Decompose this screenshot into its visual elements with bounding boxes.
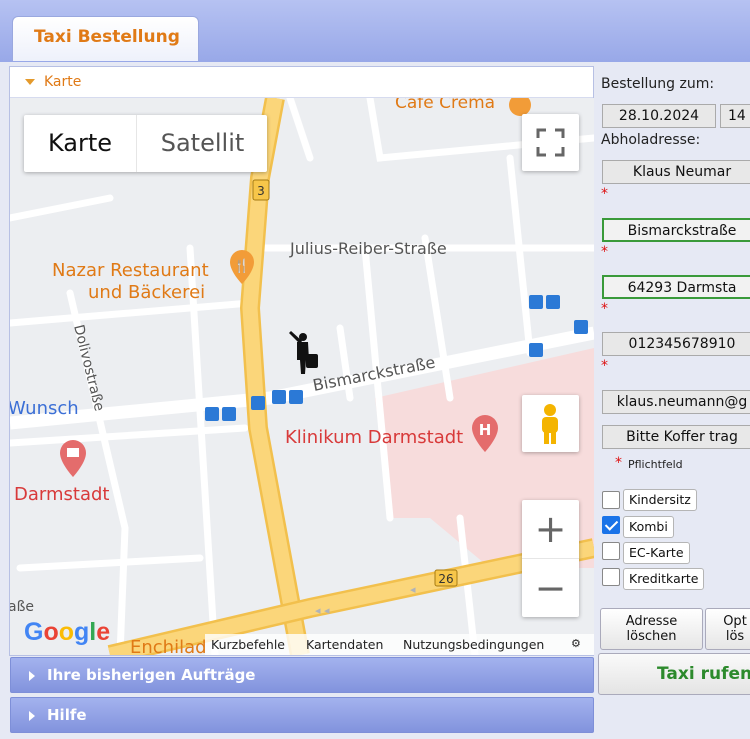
checkbox-ec-karte[interactable]: [602, 542, 620, 560]
report-error-icon[interactable]: ⚙: [571, 637, 581, 650]
tab-label: Taxi Bestellung: [34, 27, 180, 47]
accordion-help[interactable]: Hilfe: [10, 697, 594, 733]
map-panel-title: Karte: [44, 74, 82, 90]
street-field[interactable]: Bismarckstraße: [602, 218, 750, 242]
clear-address-label-1: Adresse: [625, 614, 678, 629]
zoom-control: + −: [522, 500, 579, 617]
map-type-satellite-button[interactable]: Satellit: [136, 115, 268, 172]
order-for-label: Bestellung zum:: [601, 76, 715, 92]
map-graphic: 3 26 Cafe Crema 🍴 Nazar Restaurant und B…: [10, 98, 594, 655]
road-3-shield-label: 3: [257, 184, 265, 198]
phone-field[interactable]: 012345678910: [602, 332, 750, 356]
pegman-icon: [542, 404, 558, 444]
keyboard-shortcuts-link[interactable]: Kurzbefehle: [211, 637, 285, 652]
cafe-crema-label: Cafe Crema: [395, 98, 495, 113]
clear-address-button[interactable]: Adresse löschen: [600, 608, 703, 650]
checkbox-label-kindersitz[interactable]: Kindersitz: [623, 489, 697, 511]
time-field[interactable]: 14: [720, 104, 750, 128]
strasse-partial-label: aße: [10, 599, 34, 615]
darmstadt-label: Darmstadt: [14, 484, 109, 505]
restaurant-label-2: und Bäckerei: [88, 282, 205, 303]
zoom-out-button[interactable]: −: [522, 559, 579, 617]
checkbox-label-ec-karte[interactable]: EC-Karte: [623, 542, 690, 564]
map-data-link[interactable]: Kartendaten: [306, 637, 383, 652]
collapse-triangle-icon: [25, 79, 35, 85]
wunsch-label: Wunsch: [10, 398, 79, 419]
restaurant-label-1: Nazar Restaurant: [52, 260, 209, 281]
svg-text:🍴: 🍴: [234, 258, 250, 274]
date-field[interactable]: 28.10.2024: [602, 104, 716, 128]
required-star: *: [601, 358, 608, 374]
svg-text:◂ ◂: ◂ ◂: [315, 604, 330, 617]
expand-triangle-icon: [29, 671, 35, 681]
checkbox-kreditkarte[interactable]: [602, 568, 620, 586]
tab-bar: Taxi Bestellung: [0, 0, 750, 63]
clear-options-label-2: lös: [725, 629, 745, 644]
clear-address-label-2: löschen: [626, 629, 677, 644]
accordion-help-label: Hilfe: [47, 706, 87, 724]
clear-options-button[interactable]: Opt lös: [705, 608, 750, 650]
expand-triangle-icon: [29, 711, 35, 721]
enchilada-label: Enchilad: [130, 637, 207, 655]
name-field[interactable]: Klaus Neumar: [602, 160, 750, 184]
clear-options-label-1: Opt: [723, 614, 747, 629]
fullscreen-button[interactable]: [522, 114, 579, 171]
email-field[interactable]: klaus.neumann@g: [602, 390, 750, 414]
map-panel-header[interactable]: Karte: [10, 67, 593, 98]
julius-reiber-label: Julius-Reiber-Straße: [289, 239, 447, 258]
required-star: *: [601, 186, 608, 202]
map-type-karte-button[interactable]: Karte: [24, 115, 136, 172]
pickup-address-label: Abholadresse:: [601, 132, 701, 148]
order-form: Bestellung zum: 28.10.2024 14 Abholadres…: [598, 66, 750, 739]
required-star: *: [615, 455, 622, 471]
checkbox-label-kreditkarte[interactable]: Kreditkarte: [623, 568, 705, 590]
terms-link[interactable]: Nutzungsbedingungen: [403, 637, 544, 652]
road-26-shield-label: 26: [438, 572, 453, 586]
svg-text:◂: ◂: [410, 583, 416, 596]
map-type-control: Karte Satellit: [24, 115, 267, 172]
svg-text:H: H: [479, 421, 492, 439]
checkbox-kindersitz[interactable]: [602, 491, 620, 509]
accordion-history[interactable]: Ihre bisherigen Aufträge: [10, 657, 594, 693]
required-star: *: [601, 301, 608, 317]
klinikum-label: Klinikum Darmstadt: [285, 427, 463, 448]
zoom-in-button[interactable]: +: [522, 500, 579, 559]
fullscreen-icon: [536, 128, 565, 157]
note-field[interactable]: Bitte Koffer trag: [602, 425, 750, 449]
google-logo: Google: [24, 618, 111, 646]
checkbox-label-kombi[interactable]: Kombi: [623, 516, 674, 538]
tab-taxi-bestellung[interactable]: Taxi Bestellung: [12, 16, 199, 61]
city-field[interactable]: 64293 Darmsta: [602, 275, 750, 299]
required-note: Pflichtfeld: [628, 458, 683, 471]
street-view-pegman-button[interactable]: [522, 395, 579, 452]
accordion-history-label: Ihre bisherigen Aufträge: [47, 666, 256, 684]
required-star: *: [601, 244, 608, 260]
map-attribution-bar: Kurzbefehle Kartendaten Nutzungsbedingun…: [205, 634, 594, 655]
checkbox-kombi[interactable]: [602, 516, 620, 534]
call-taxi-button[interactable]: Taxi rufen: [598, 653, 750, 695]
map-canvas[interactable]: 3 26 Cafe Crema 🍴 Nazar Restaurant und B…: [10, 98, 594, 655]
